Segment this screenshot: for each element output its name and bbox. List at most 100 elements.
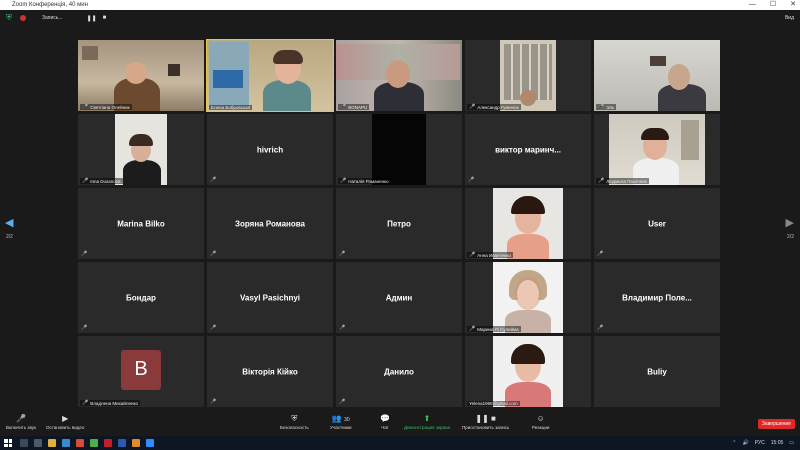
participant-tile[interactable]: 🎤 BONAPU <box>336 40 462 111</box>
participant-tile[interactable]: 🎤 Людмила Пасечник <box>594 114 720 185</box>
avatar: B <box>121 349 161 390</box>
recording-icon <box>20 15 26 21</box>
participant-tile[interactable]: 🎤 Марина Лі Сулейма <box>465 262 591 333</box>
participant-tile[interactable]: Зоряна Романова 🎤 <box>207 188 333 259</box>
participant-label: 🎤 BONAPU <box>338 104 370 110</box>
zoom-icon[interactable] <box>146 439 154 447</box>
participant-tile[interactable]: Вікторія Кійко 🎤 <box>207 336 333 407</box>
participant-tile[interactable]: 🎤 Александр Гуменюк <box>465 40 591 111</box>
app-icon[interactable] <box>132 439 140 447</box>
participant-tile[interactable]: 🎤 Inna Dusanova <box>78 114 204 185</box>
stop-video-button[interactable]: ▶ Остановить видео <box>46 414 84 430</box>
participant-tile[interactable]: Данило 🎤 <box>336 336 462 407</box>
task-view-icon[interactable] <box>34 439 42 447</box>
close-button[interactable]: ✕ <box>790 0 796 10</box>
participant-video <box>493 188 563 259</box>
participant-tile[interactable]: hivrich 🎤 <box>207 114 333 185</box>
participant-name: Людмила Пасечник <box>606 178 647 184</box>
os-taskbar: ⌃ 🔊 РУС 15:05 ▭ <box>0 436 800 450</box>
shield-icon: ⛨ <box>291 414 298 423</box>
participant-tile[interactable]: Елена Бобровская <box>206 39 334 112</box>
participant-name: Бондар <box>126 293 156 302</box>
participants-count: 30 <box>344 417 350 423</box>
maximize-button[interactable]: ☐ <box>770 0 776 10</box>
stop-recording-icon[interactable]: ■ <box>103 15 107 21</box>
participant-tile[interactable]: User 🎤 <box>594 188 720 259</box>
window-controls: — ☐ ✕ <box>749 0 796 10</box>
reactions-button[interactable]: ☺ Реакции <box>532 414 549 430</box>
reactions-label: Реакции <box>532 425 550 430</box>
chrome-icon[interactable] <box>76 439 84 447</box>
participant-tile[interactable]: 🎤 Светлана Олейник <box>78 40 204 111</box>
language-indicator[interactable]: РУС <box>755 440 765 446</box>
participant-video <box>115 114 167 185</box>
participant-tile[interactable]: Петро 🎤 <box>336 188 462 259</box>
app-icon[interactable] <box>90 439 98 447</box>
search-icon[interactable] <box>20 439 28 447</box>
participant-label: 🎤 Inna Dusanova <box>80 178 123 184</box>
participants-button[interactable]: 👥 30 Участники <box>330 414 352 430</box>
mic-muted-icon: 🎤 <box>340 178 347 184</box>
prev-page-icon[interactable]: ◀ <box>5 216 13 229</box>
participant-tile[interactable]: Бондар 🎤 <box>78 262 204 333</box>
meeting-toolbar: 🎤 Включить звук ▶ Остановить видео ⛨ Без… <box>0 412 800 436</box>
participant-name: Марина Лі Сулейма <box>477 326 519 332</box>
mic-muted-icon: 🎤 <box>468 177 475 183</box>
clock[interactable]: 15:05 <box>771 440 784 446</box>
minimize-button[interactable]: — <box>749 0 756 10</box>
chat-button[interactable]: 💬 Чат <box>380 414 390 430</box>
volume-icon[interactable]: 🔊 <box>743 440 749 446</box>
word-icon[interactable] <box>118 439 126 447</box>
notifications-icon[interactable]: ▭ <box>789 440 794 446</box>
meeting-topbar: ⛨ Запись... ❚❚ ■ Вид <box>0 10 800 26</box>
chat-label: Чат <box>381 425 389 430</box>
unmute-button[interactable]: 🎤 Включить звук <box>6 414 36 430</box>
opera-icon[interactable] <box>104 439 112 447</box>
browser-icon[interactable] <box>62 439 70 447</box>
participant-name: Marina Bilko <box>117 219 165 228</box>
system-tray: ⌃ 🔊 РУС 15:05 ▭ <box>732 440 794 446</box>
mic-muted-icon: 🎤 <box>210 399 217 405</box>
participant-name: User <box>648 219 666 228</box>
pause-recording-icon[interactable]: ❚❚ <box>87 15 97 22</box>
windows-start-icon[interactable] <box>4 439 12 447</box>
participant-tile[interactable]: 🎤 Анна Ивантенко <box>465 188 591 259</box>
participant-tile[interactable]: Владимир Поле... 🎤 <box>594 262 720 333</box>
participant-name: Владимир Поле... <box>622 293 692 302</box>
participant-video <box>594 40 720 111</box>
pause-icon: ❚❚ ■ <box>475 414 496 423</box>
participant-video <box>609 114 705 185</box>
view-button[interactable]: Вид <box>785 15 794 21</box>
participant-tile[interactable]: Marina Bilko 🎤 <box>78 188 204 259</box>
participant-name: Inna Dusanova <box>90 178 121 184</box>
mic-muted-icon: 🎤 <box>469 104 476 110</box>
pause-record-button[interactable]: ❚❚ ■ Приостановить запись <box>462 414 509 430</box>
participant-label: 🎤 Анна Ивантенко <box>467 252 514 258</box>
participant-label: 🎤 Александр Гуменюк <box>467 104 521 110</box>
participant-tile[interactable]: Vasyl Pasichnyi 🎤 <box>207 262 333 333</box>
participant-tile[interactable]: виктор маринч... 🎤 <box>465 114 591 185</box>
next-page-icon[interactable]: ▶ <box>786 216 794 229</box>
security-button[interactable]: ⛨ Безопасность <box>280 414 309 430</box>
participant-video <box>336 40 462 111</box>
participant-video <box>493 336 563 407</box>
participant-name: Зоряна Романова <box>234 219 305 228</box>
participant-tile[interactable]: 🎤 Эль <box>594 40 720 111</box>
participant-tile[interactable]: B 🎤 Владлена Михайленко <box>78 336 204 407</box>
mic-muted-icon: 🎤 <box>597 325 604 331</box>
participant-tile[interactable]: 🎤 Наталія Романенко <box>336 114 462 185</box>
network-icon[interactable]: ⌃ <box>732 440 736 446</box>
end-meeting-button[interactable]: Завершение <box>757 419 795 429</box>
participant-name: Александр Гуменюк <box>477 104 519 110</box>
participant-tile[interactable]: Yelena1968@gmail.com <box>465 336 591 407</box>
mic-muted-icon: 🎤 <box>82 400 89 406</box>
next-page-number: 2/2 <box>787 234 794 240</box>
participant-name: BONAPU <box>348 104 368 110</box>
participant-tile[interactable]: Buliy <box>594 336 720 407</box>
participant-tile[interactable]: Админ 🎤 <box>336 262 462 333</box>
file-explorer-icon[interactable] <box>48 439 56 447</box>
share-screen-button[interactable]: ⬆ Демонстрация экрана <box>404 414 450 430</box>
participant-name: Елена Бобровская <box>211 105 251 110</box>
participant-name: Эль <box>606 104 615 110</box>
shield-icon[interactable]: ⛨ <box>6 13 12 23</box>
